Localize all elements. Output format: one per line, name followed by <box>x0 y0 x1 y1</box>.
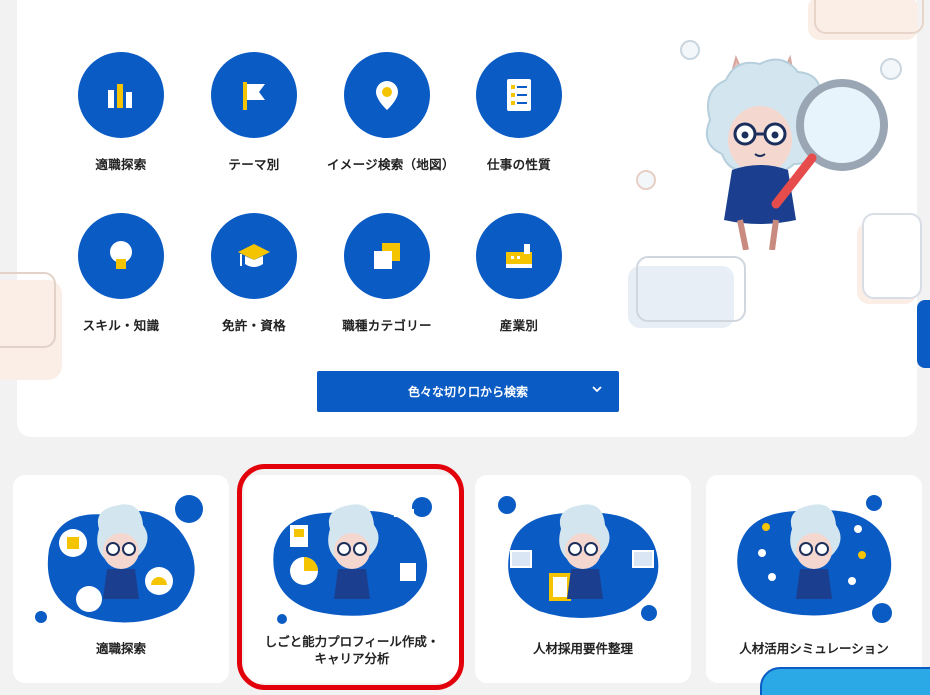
multi-angle-search-button[interactable]: 色々な切り口から検索 <box>317 371 619 412</box>
card-hr-simulation[interactable]: 人材活用シミュレーション <box>706 475 922 683</box>
map-pin-icon <box>344 52 430 138</box>
stacked-squares-icon <box>344 213 430 299</box>
category-label: 産業別 <box>499 318 539 333</box>
category-map-search[interactable]: イメージ検索（地図） <box>327 52 455 173</box>
checklist-icon <box>476 52 562 138</box>
category-skills[interactable]: スキル・知識 <box>61 213 181 334</box>
mascot-magnifier-illustration <box>706 54 888 250</box>
card-label: 適職探索 <box>95 641 146 656</box>
card-tekishoku[interactable]: 適職探索 <box>13 475 229 683</box>
category-industry[interactable]: 産業別 <box>459 213 579 334</box>
floating-action-button[interactable] <box>760 667 930 695</box>
category-label: 適職探索 <box>95 157 147 172</box>
factory-icon <box>476 213 562 299</box>
bar-chart-icon <box>78 52 164 138</box>
lightbulb-icon <box>78 213 164 299</box>
decorative-frame <box>808 0 924 40</box>
category-label: 仕事の性質 <box>486 157 551 172</box>
category-job-type[interactable]: 職種カテゴリー <box>327 213 447 334</box>
card-recruitment[interactable]: 人材採用要件整理 <box>475 475 691 683</box>
selection-highlight <box>237 464 464 690</box>
decorative-frame <box>0 272 62 380</box>
flag-icon <box>211 52 297 138</box>
card-label: 人材採用要件整理 <box>532 641 633 656</box>
page: 適職探索 テーマ別 イメージ検索（地図） 仕事の性質 スキル・知識 免許・資格 <box>0 0 930 695</box>
card-label: 人材活用シミュレーション <box>739 641 889 656</box>
bubble-decoration <box>636 170 656 190</box>
mascot-illustration <box>498 496 659 621</box>
category-label: スキル・知識 <box>82 318 160 333</box>
category-theme[interactable]: テーマ別 <box>194 52 314 173</box>
category-tekishoku[interactable]: 適職探索 <box>61 52 181 173</box>
decorative-frame <box>636 256 746 322</box>
category-nature[interactable]: 仕事の性質 <box>459 52 579 173</box>
chevron-down-icon <box>591 383 603 398</box>
mascot-illustration <box>737 495 892 623</box>
category-label: 免許・資格 <box>221 318 286 333</box>
category-label: テーマ別 <box>228 157 280 172</box>
graduation-cap-icon <box>211 213 297 299</box>
mascot-illustration <box>35 495 203 623</box>
category-license[interactable]: 免許・資格 <box>194 213 314 334</box>
category-label: 職種カテゴリー <box>342 318 432 333</box>
category-label: イメージ検索（地図） <box>327 157 455 172</box>
search-button-label: 色々な切り口から検索 <box>407 385 528 399</box>
side-tab[interactable] <box>917 300 930 368</box>
